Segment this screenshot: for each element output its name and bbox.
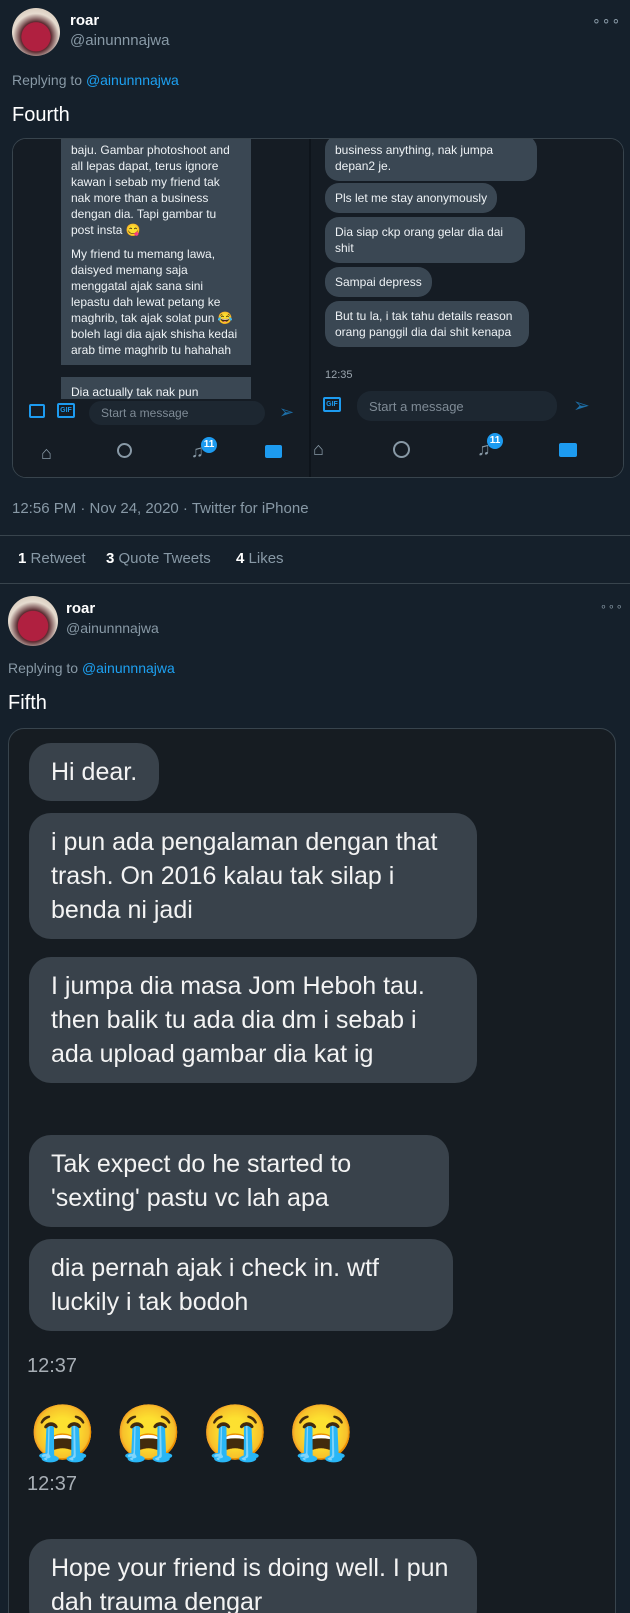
replying-to-label: Replying to [8,660,79,676]
home-icon[interactable]: ⌂ [41,443,52,464]
retweet-count[interactable]: 1 Retweet [18,550,86,567]
notification-badge: 11 [487,433,503,449]
chat-bubble: baju. Gambar photoshoot and all lepas da… [61,139,251,245]
search-icon[interactable] [393,441,410,458]
message-input[interactable]: Start a message [357,391,557,421]
image-icon[interactable] [29,404,45,418]
message-time: 12:37 [27,1355,78,1377]
notification-badge: 11 [201,437,217,453]
crying-emoji-row: 😭 😭 😭 😭 [29,1403,355,1463]
divider [0,535,630,536]
quote-number: 3 [106,550,115,567]
replying-to-link[interactable]: @ainunnnajwa [82,660,175,676]
chat-bubble: But tu la, i tak tahu details reason ora… [325,301,529,347]
gif-icon[interactable]: GIF [323,397,341,412]
left-chat-screenshot: baju. Gambar photoshoot and all lepas da… [13,139,309,477]
chat-bubble: My friend tu memang lawa, daisyed memang… [61,239,251,365]
chat-bubble: Tak expect do he started to 'sexting' pa… [29,1135,449,1227]
replying-to: Replying to @ainunnnajwa [12,72,179,88]
display-name[interactable]: roar [70,12,99,29]
chat-bubble: dia pernah ajak i check in. wtf luckily … [29,1239,453,1331]
chat-bubble: Hope your friend is doing well. I pun da… [29,1539,477,1613]
tweet-media[interactable]: Hi dear. i pun ada pengalaman dengan tha… [8,728,616,1613]
replying-to: Replying to @ainunnnajwa [8,660,175,676]
tweet-text: Fifth [8,692,47,714]
message-input[interactable]: Start a message [89,401,265,425]
chat-bubble: Pls let me stay anonymously [325,183,498,213]
user-handle[interactable]: @ainunnnajwa [66,620,159,636]
avatar[interactable] [8,596,58,646]
replying-to-label: Replying to [12,72,83,88]
more-options-icon[interactable]: ∘∘∘ [600,600,624,613]
chat-bubble: Dia actually tak nak pun [61,377,251,399]
chat-bubble: I jumpa dia masa Jom Heboh tau. then bal… [29,957,477,1083]
tweet-timestamp[interactable]: 12:56 PM · Nov 24, 2020 · Twitter for iP… [12,500,309,517]
more-options-icon[interactable]: ∘∘∘ [592,12,621,29]
messages-icon[interactable] [265,445,282,458]
search-icon[interactable] [117,443,132,458]
avatar[interactable] [12,8,60,56]
gif-icon[interactable]: GIF [57,403,75,418]
tweet-text: Fourth [12,104,70,126]
chat-bubble: business anything, nak jumpa depan2 je. [325,139,537,181]
quote-tweet-count[interactable]: 3 Quote Tweets [106,550,211,567]
divider [0,583,630,584]
chat-bubble: Hi dear. [29,743,160,801]
likes-label: Likes [248,550,284,567]
send-icon[interactable]: ➢ [573,393,590,418]
quote-label: Quote Tweets [118,550,211,567]
retweet-label: Retweet [30,550,86,567]
messages-icon[interactable] [559,443,577,457]
display-name[interactable]: roar [66,600,95,617]
chat-bubble: Dia siap ckp orang gelar dia dai shit [325,217,525,263]
send-icon[interactable]: ➢ [279,402,294,423]
home-icon[interactable]: ⌂ [313,439,324,460]
chat-bubble: i pun ada pengalaman dengan that trash. … [29,813,477,939]
tweet-media[interactable]: baju. Gambar photoshoot and all lepas da… [12,138,624,478]
right-chat-screenshot: business anything, nak jumpa depan2 je. … [311,139,623,477]
chat-bubble: Sampai depress [325,267,432,297]
user-handle[interactable]: @ainunnnajwa [70,32,169,49]
message-time: 12:37 [27,1473,78,1495]
likes-number: 4 [236,550,245,567]
message-time: 12:35 [325,369,353,381]
likes-count[interactable]: 4 Likes [236,550,284,567]
replying-to-link[interactable]: @ainunnnajwa [86,72,179,88]
retweet-number: 1 [18,550,27,567]
